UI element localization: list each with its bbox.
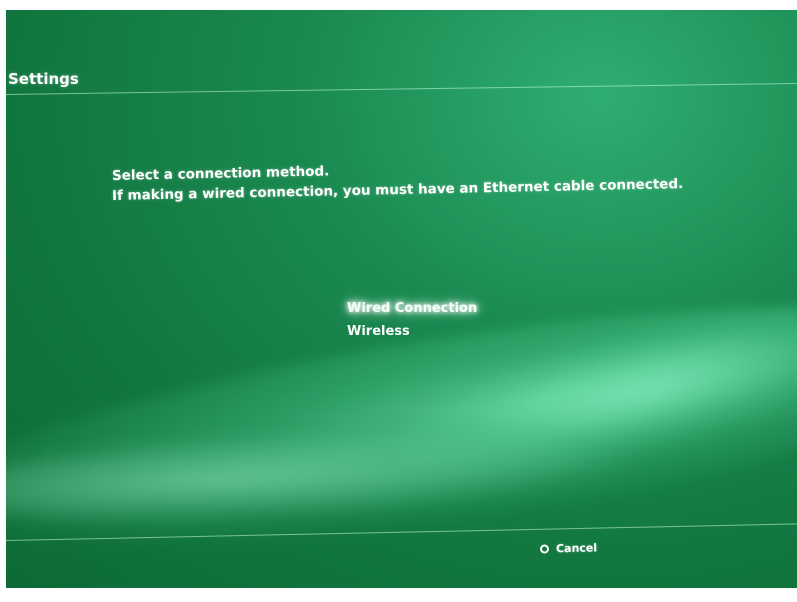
cancel-button[interactable]: Cancel [539,541,598,556]
menu-item-wired-connection[interactable]: Wired Connection [344,300,480,318]
footer-divider [6,523,797,541]
menu-item-wireless[interactable]: Wireless [344,323,480,341]
prompt-instruction: Select a connection method. [111,163,330,184]
background-wave-lower [6,411,648,539]
connection-method-menu: Wired Connection Wireless [344,300,480,346]
header-divider [6,82,797,95]
cancel-label: Cancel [555,541,598,556]
page-title: Settings [8,70,79,88]
ps3-settings-screen: Settings Select a connection method. If … [6,10,797,588]
circle-icon [539,544,550,554]
